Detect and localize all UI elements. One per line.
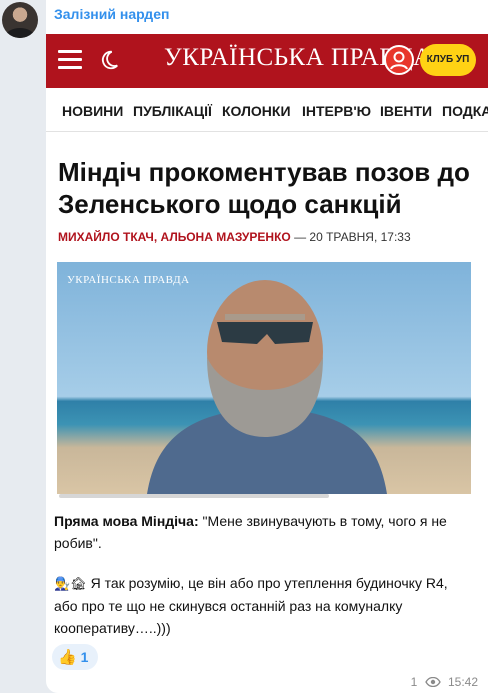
nav-item: ІНТЕРВ'Ю: [302, 103, 372, 119]
site-nav: НОВИНИ ПУБЛІКАЦІЇ КОЛОНКИ ІНТЕРВ'Ю ІВЕНТ…: [46, 88, 488, 132]
sender-name[interactable]: Залізний нардеп: [54, 6, 169, 22]
sender-avatar[interactable]: [2, 2, 38, 38]
photo-caption: [57, 494, 471, 502]
thumbs-up-icon: 👍: [58, 649, 77, 666]
profile-icon: [384, 45, 414, 75]
nav-item: ПОДКА: [442, 103, 488, 119]
comment-text: Я так розумію, це він або про утеплення …: [54, 575, 448, 636]
nav-item: НОВИНИ: [62, 103, 124, 119]
article-byline: МИХАЙЛО ТКАЧ, АЛЬОНА МАЗУРЕНКО — 20 ТРАВ…: [58, 230, 411, 244]
eye-icon: [424, 677, 441, 687]
message-text-quote: Пряма мова Міндіча: "Мене звинувачують в…: [54, 510, 474, 554]
nav-item: КОЛОНКИ: [222, 103, 291, 119]
message-image[interactable]: УКРАЇНСЬКА ПРАВДА КЛУБ УП НОВИНИ ПУБЛІКА…: [46, 34, 488, 504]
message-meta: 1 15:42: [411, 675, 478, 689]
message-text-comment: 👨‍🔧🏚 Я так розумію, це він або про утепл…: [54, 572, 474, 639]
moon-icon: [101, 50, 118, 70]
nav-item: ІВЕНТИ: [380, 103, 433, 119]
message-time: 15:42: [447, 675, 478, 689]
comment-emojis: 👨‍🔧🏚: [54, 576, 87, 591]
article-photo: УКРАЇНСЬКА ПРАВДА: [57, 262, 471, 494]
reaction-thumbs-up[interactable]: 👍 1: [52, 644, 98, 670]
quote-label: Пряма мова Міндіча:: [54, 513, 199, 529]
menu-icon: [58, 50, 82, 70]
nav-item: ПУБЛІКАЦІЇ: [133, 103, 212, 119]
article-headline: Міндіч прокоментував позов до Зеленськог…: [58, 157, 470, 219]
views-count: 1: [410, 675, 418, 689]
reaction-count: 1: [80, 649, 89, 665]
article-date: — 20 ТРАВНЯ, 17:33: [290, 230, 411, 244]
site-header: УКРАЇНСЬКА ПРАВДА КЛУБ УП: [46, 34, 488, 88]
article-authors: МИХАЙЛО ТКАЧ, АЛЬОНА МАЗУРЕНКО: [58, 230, 291, 244]
portrait-illustration: [147, 280, 387, 494]
message-bubble: Залізний нардеп УКРАЇНСЬКА ПРАВДА КЛУБ У…: [46, 0, 488, 693]
club-button: КЛУБ УП: [420, 44, 476, 76]
